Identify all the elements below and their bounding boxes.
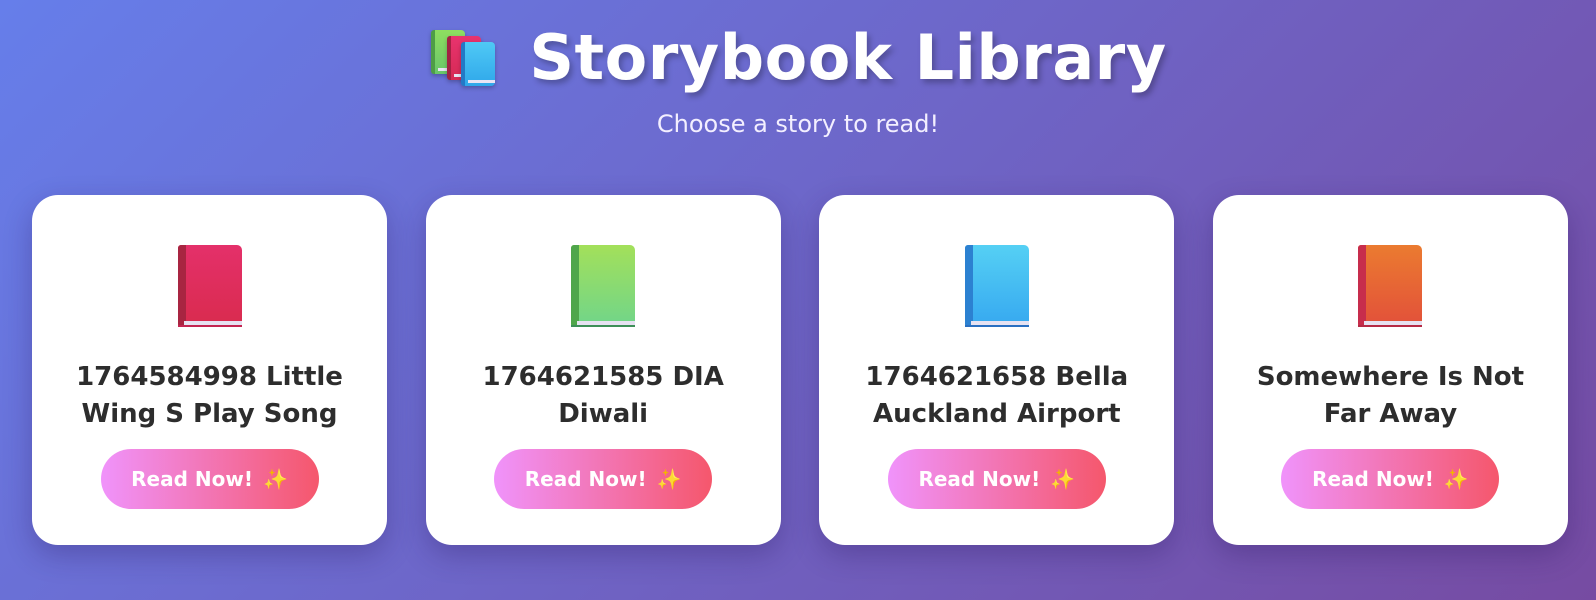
story-title: 1764621658 Bella Auckland Airport bbox=[865, 362, 1129, 429]
green-book-icon bbox=[571, 245, 636, 327]
blue-book-icon bbox=[964, 245, 1029, 327]
story-title: 1764584998 Little Wing S Play Song bbox=[76, 362, 343, 429]
orange-book-icon bbox=[1358, 245, 1423, 327]
books-icon bbox=[429, 28, 496, 88]
sparkles-icon: ✨ bbox=[262, 467, 288, 491]
story-title: Somewhere Is Not Far Away bbox=[1256, 362, 1525, 429]
story-grid: 1764584998 Little Wing S Play Song Read … bbox=[32, 195, 1568, 545]
read-now-label: Read Now! bbox=[918, 467, 1041, 491]
story-card[interactable]: Somewhere Is Not Far Away Read Now! ✨ bbox=[1212, 195, 1568, 545]
read-now-button[interactable]: Read Now! ✨ bbox=[100, 449, 319, 509]
story-card[interactable]: 1764584998 Little Wing S Play Song Read … bbox=[32, 195, 387, 545]
read-now-button[interactable]: Read Now! ✨ bbox=[1281, 449, 1500, 509]
story-title: 1764621585 DIA Diwali bbox=[482, 362, 724, 429]
read-now-label: Read Now! bbox=[1312, 467, 1434, 491]
story-card[interactable]: 1764621658 Bella Auckland Airport Read N… bbox=[819, 195, 1175, 545]
read-now-button[interactable]: Read Now! ✨ bbox=[494, 449, 713, 509]
page-title: Storybook Library bbox=[529, 21, 1167, 94]
logo-book-blue bbox=[461, 42, 496, 86]
sparkles-icon: ✨ bbox=[656, 467, 682, 491]
read-now-label: Read Now! bbox=[524, 467, 647, 491]
page-header: Storybook Library Choose a story to read… bbox=[0, 14, 1596, 138]
read-now-button[interactable]: Read Now! ✨ bbox=[887, 449, 1106, 509]
sparkles-icon: ✨ bbox=[1050, 467, 1076, 491]
read-now-label: Read Now! bbox=[131, 467, 253, 491]
page-subtitle: Choose a story to read! bbox=[656, 110, 940, 138]
title-row: Storybook Library bbox=[0, 14, 1596, 102]
story-card[interactable]: 1764621585 DIA Diwali Read Now! ✨ bbox=[425, 195, 781, 545]
closed-book-icon bbox=[177, 245, 242, 327]
sparkles-icon: ✨ bbox=[1443, 467, 1469, 491]
